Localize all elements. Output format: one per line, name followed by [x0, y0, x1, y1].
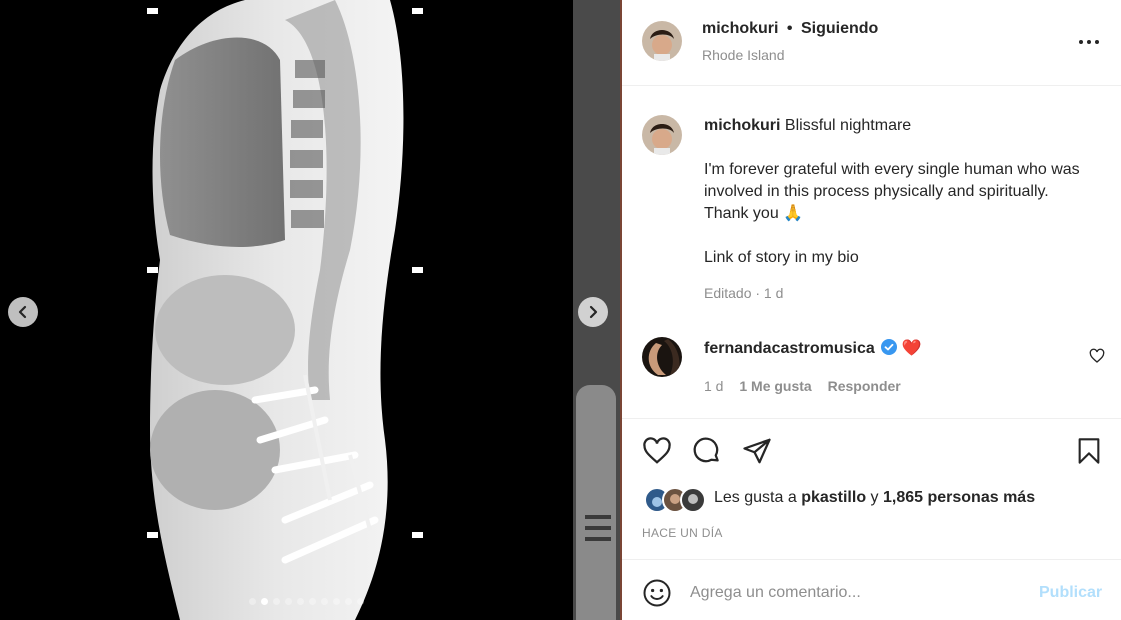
heart-icon — [643, 437, 671, 464]
separator-dot: • — [786, 20, 793, 37]
carousel-dot — [357, 598, 364, 605]
emoji-icon — [643, 579, 671, 607]
caption-link-line: Link of story in my bio — [704, 249, 859, 266]
scroll-thumb[interactable] — [576, 385, 616, 620]
carousel-dot — [345, 598, 352, 605]
likes-joiner: y — [870, 489, 879, 506]
comment-text: ❤️ — [901, 340, 922, 357]
like-button[interactable] — [642, 436, 672, 466]
carousel-next-button[interactable] — [578, 297, 608, 327]
verified-badge-icon — [881, 339, 898, 355]
post-author-username[interactable]: michokuri — [702, 20, 778, 37]
carousel-dot — [261, 598, 268, 605]
send-icon — [743, 438, 771, 464]
caption: michokuri Blissful nightmare I'm forever… — [704, 115, 1094, 301]
comment: fernandacastromusica ❤️ 1 d 1 Me gusta R… — [704, 338, 1084, 394]
comment-button[interactable] — [692, 436, 722, 466]
comment-username[interactable]: fernandacastromusica — [704, 340, 875, 357]
carousel-dot — [285, 598, 292, 605]
post-location[interactable]: Rhode Island — [702, 47, 785, 63]
comment-input[interactable] — [690, 580, 1020, 606]
xray-image — [150, 0, 404, 620]
likes-others-button[interactable]: 1,865 personas más — [883, 489, 1035, 506]
carousel-prev-button[interactable] — [8, 297, 38, 327]
carousel-dot — [333, 598, 340, 605]
publish-button[interactable]: Publicar — [1039, 584, 1102, 602]
caption-username[interactable]: michokuri — [704, 117, 780, 134]
carousel-dot — [297, 598, 304, 605]
chevron-right-icon — [589, 305, 598, 319]
liker-username[interactable]: pkastillo — [801, 489, 866, 506]
caption-meta: Editado · 1 d — [704, 285, 784, 301]
comment-time: 1 d — [704, 378, 724, 394]
avatar[interactable] — [642, 115, 682, 155]
heart-icon — [1089, 348, 1105, 363]
more-options-icon — [1079, 40, 1099, 44]
likes-summary: Les gusta a pkastillo y 1,865 personas m… — [714, 487, 1035, 509]
comment-like-button[interactable] — [1089, 348, 1105, 364]
more-options-button[interactable] — [1077, 33, 1101, 51]
comment-meta: 1 d 1 Me gusta Responder — [704, 378, 1084, 394]
share-button[interactable] — [742, 436, 772, 466]
caption-title: Blissful nightmare — [784, 117, 912, 134]
bookmark-icon — [1078, 438, 1100, 464]
save-button[interactable] — [1075, 436, 1103, 466]
crop-handle[interactable] — [147, 267, 158, 273]
post-details-panel: michokuri • Siguiendo Rhode Island micho… — [622, 0, 1121, 620]
avatar[interactable] — [642, 337, 682, 377]
chevron-left-icon — [18, 305, 27, 319]
comment-icon — [693, 437, 719, 463]
likes-prefix: Les gusta a — [714, 489, 797, 506]
comment-likes-button[interactable]: 1 Me gusta — [739, 378, 811, 394]
emoji-button[interactable] — [642, 578, 672, 608]
caption-paragraph: I'm forever grateful with every single h… — [704, 161, 1080, 222]
carousel-dot — [273, 598, 280, 605]
carousel-indicator — [249, 598, 364, 605]
crop-handle[interactable] — [412, 532, 423, 538]
liker-avatars[interactable] — [644, 487, 708, 513]
comment-reply-button[interactable]: Responder — [828, 378, 901, 394]
carousel-dot — [309, 598, 316, 605]
carousel-dot — [321, 598, 328, 605]
post-timestamp[interactable]: HACE UN DÍA — [642, 526, 723, 540]
carousel-dot — [249, 598, 256, 605]
crop-handle[interactable] — [412, 8, 423, 14]
follow-status-button[interactable]: Siguiendo — [801, 20, 878, 37]
crop-handle[interactable] — [147, 532, 158, 538]
crop-handle[interactable] — [412, 267, 423, 273]
crop-handle[interactable] — [147, 8, 158, 14]
post-header: michokuri • Siguiendo Rhode Island — [622, 0, 1121, 86]
post-media — [0, 0, 620, 620]
avatar[interactable] — [642, 21, 682, 61]
